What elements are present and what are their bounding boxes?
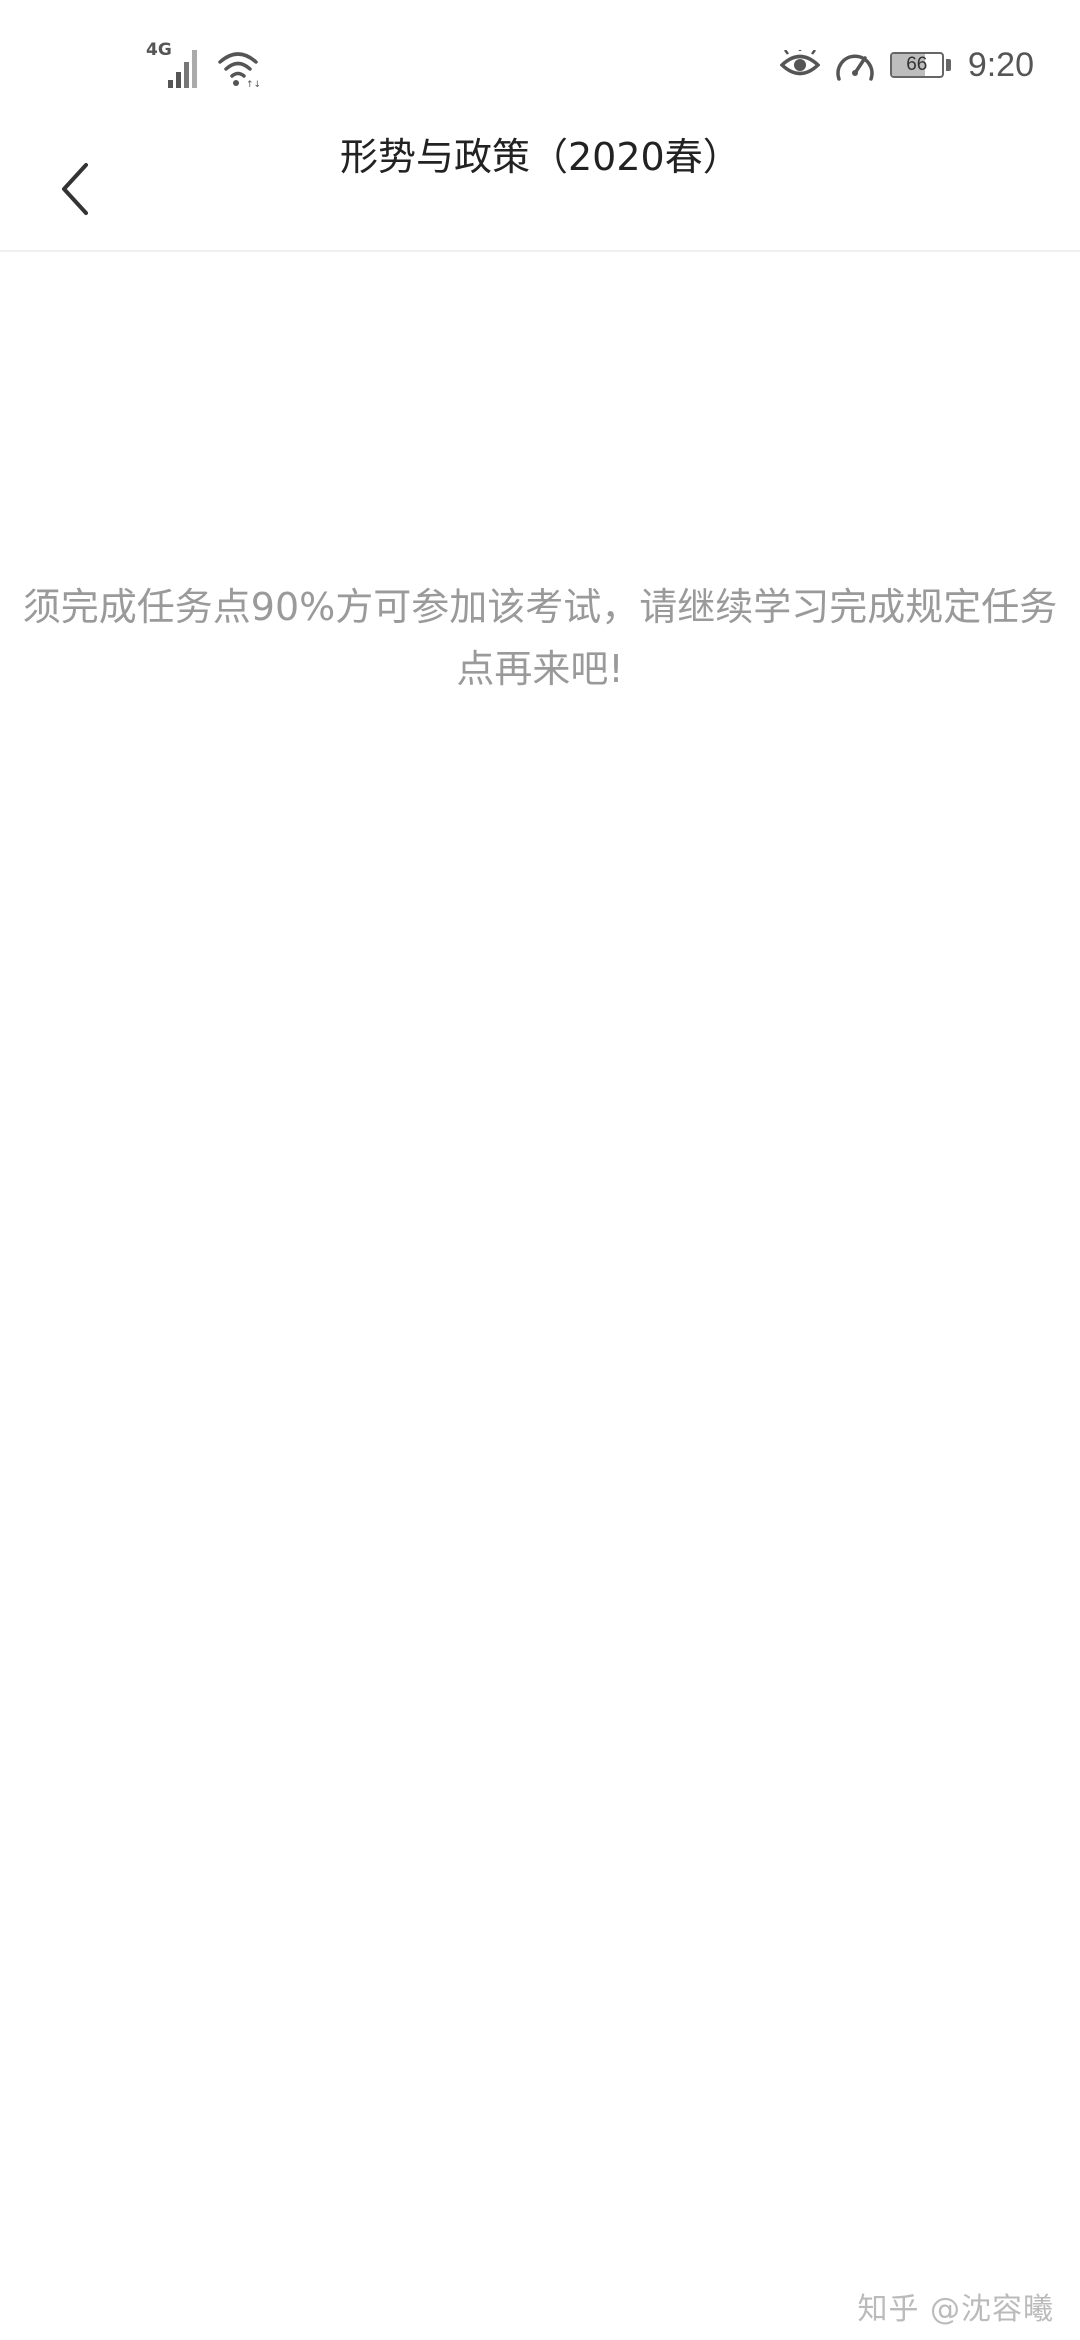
speedometer-icon (834, 47, 876, 83)
status-time: 9:20 (967, 46, 1034, 84)
page-title: 形势与政策（2020春） (340, 135, 741, 179)
battery-body: 66 (889, 52, 944, 78)
chevron-left-icon (62, 163, 88, 215)
nav-bar: 形势与政策（2020春） (0, 130, 1080, 252)
signal-bars-icon: 4G (146, 42, 202, 90)
status-bar-left: 4G ↑↓ (146, 40, 261, 91)
battery-level-text: 66 (906, 54, 928, 75)
battery-icon: 66 (889, 50, 954, 80)
wifi-icon: ↑↓ (216, 48, 261, 90)
back-button[interactable] (30, 144, 120, 234)
main-content: 须完成任务点90%方可参加该考试，请继续学习完成规定任务点再来吧! (0, 252, 1080, 2340)
battery-tip (945, 59, 951, 71)
watermark: 知乎 @沈容曦 (857, 2292, 1054, 2327)
eye-comfort-icon (779, 47, 821, 80)
svg-text:↑↓: ↑↓ (246, 80, 260, 88)
status-bar: 4G ↑↓ 66 9:20 (0, 0, 1080, 130)
status-bar-right: 66 9:20 (779, 40, 1034, 90)
network-type-label: 4G (146, 40, 172, 60)
exam-requirement-message: 须完成任务点90%方可参加该考试，请继续学习完成规定任务点再来吧! (22, 585, 1058, 691)
